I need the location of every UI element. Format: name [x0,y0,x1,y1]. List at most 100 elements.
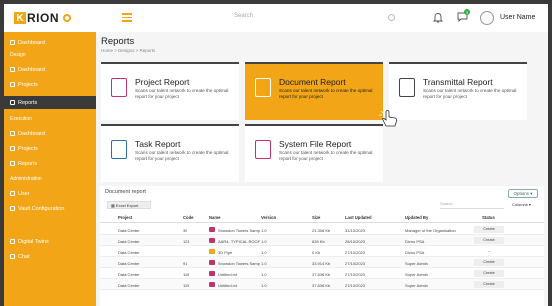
columns-button[interactable]: Columns ▾ [512,202,531,207]
card-title: Document Report [279,77,346,87]
sidebar-item-design-header-dashboard[interactable]: Dashboard [4,37,96,48]
status-badge[interactable]: Create [474,281,504,288]
cell-updated-by: Divno PSA [405,249,425,255]
cell-version: 1.0 [261,271,267,277]
sidebar-item-execution-projects[interactable]: Projects [4,143,96,154]
sidebar-item-label: Projects [18,145,38,152]
app-frame: K RION Search 3 User Name Dashboard Desi… [0,0,552,306]
search-icon[interactable] [388,14,395,21]
bell-icon[interactable] [433,12,443,23]
cell-name[interactable]: Snowdon Towers Sample H... [218,228,260,233]
user-name[interactable]: User Name [500,14,535,21]
sidebar-item-chat[interactable]: Chat [4,251,96,262]
table-row[interactable]: Data Center 118 Untitled.rvt 1.0 37.836 … [100,268,544,279]
cell-version: 1.0 [261,227,267,233]
top-bar: K RION Search 3 User Name [4,4,548,32]
document-report-card[interactable]: Document Report Scans our talent network… [245,62,383,120]
breadcrumb[interactable]: Home > Designs > Reports [101,48,155,53]
project-report-card[interactable]: Project Report Scans our talent network … [101,62,239,120]
table-row[interactable]: Data Center 119 Untitled.rvt 1.0 37.836 … [100,279,544,290]
logo-mark-icon [63,14,71,22]
sidebar-item-label: User [18,190,30,197]
cell-name[interactable]: Snowdon Towers Sample Pl... [218,261,260,266]
cell-name[interactable]: AAR4- TYPICAL ROOF SLAB ... [218,239,260,244]
cell-size: 21.308 Kb [312,227,331,233]
table-row[interactable]: Data Center 39 Snowdon Towers Sample H..… [100,224,544,235]
sidebar-item-label: Dashboard [18,130,45,137]
sidebar-item-label: Dashboard [18,66,45,73]
sidebar-item-digital-twins[interactable]: Digital Twins [4,236,96,247]
file-icon [209,226,215,232]
table-row[interactable]: Data Center 91 Snowdon Towers Sample Pl.… [100,257,544,268]
cell-updated-by: Super Admin [405,260,428,266]
header-code[interactable]: Code [183,215,193,220]
logo[interactable]: K RION [4,4,96,32]
file-icon [10,146,15,151]
search-input[interactable]: Search [234,13,334,23]
chat-icon [10,254,15,259]
export-label: Excel Export [115,202,139,208]
hand-pointer-icon [379,109,397,127]
file-icon [209,237,215,243]
excel-export-button[interactable]: ▦ Excel Export [107,201,151,209]
card-description: Scans our talent network to create the o… [279,150,373,161]
cell-updated: 27/10/2023 [345,271,366,277]
cell-size: 37.836 Kb [312,282,331,288]
document-report-panel: Document report Options ▾ ▦ Excel Export… [100,186,544,306]
options-button[interactable]: Options ▾ [508,189,538,198]
cell-updated-by: Divno PSA [405,238,425,244]
sidebar-item-vault-configuration[interactable]: Vault Configuration [4,203,96,214]
panel-title: Document report [105,189,146,195]
header-last-updated[interactable]: Last Updated [345,215,372,220]
cell-name[interactable]: Untitled.rvt [218,272,260,277]
card-title: Transmittal Report [423,77,493,87]
cell-code: 119 [183,282,190,288]
cell-project: Data Center [118,249,140,255]
logo-text: RION [27,11,59,25]
status-badge[interactable]: Create [474,259,504,266]
cell-name[interactable]: Untitled.rvt [218,283,260,288]
header-updated-by[interactable]: Updated By [405,215,428,220]
cell-code: 91 [183,260,188,266]
cell-updated: 31/10/2023 [345,227,366,233]
header-name[interactable]: Name [209,215,220,220]
header-status[interactable]: Status [482,215,495,220]
table-search-input[interactable]: Search [440,201,504,209]
sidebar-item-execution-reports[interactable]: Reports [4,158,96,169]
card-title: Task Report [135,139,181,149]
task-report-card[interactable]: Task Report Scans our talent network to … [101,124,239,182]
folder-icon [209,248,215,254]
cell-code: 39 [183,227,188,233]
status-badge[interactable]: Create [474,270,504,277]
menu-toggle-icon[interactable] [122,13,132,22]
cell-size: 37.836 Kb [312,271,331,277]
card-description: Scans our talent network to create the o… [423,88,517,99]
cell-updated: 27/10/2023 [345,249,366,255]
sidebar-item-design-projects[interactable]: Projects [4,79,96,90]
sidebar-item-label: Reports [18,99,38,106]
user-icon [10,191,15,196]
transmittal-report-card[interactable]: Transmittal Report Scans our talent netw… [389,62,527,120]
sidebar-item-label: Vault Configuration [18,205,65,212]
sidebar-item-label: Chat [18,253,30,260]
sidebar-item-design-reports[interactable]: Reports [4,96,96,109]
sidebar-item-execution-dashboard[interactable]: Dashboard [4,128,96,139]
report-chart-icon [111,78,127,97]
header-size[interactable]: Size [312,215,320,220]
header-version[interactable]: Version [261,215,276,220]
report-chart-icon [255,140,271,159]
header-project[interactable]: Project [118,215,132,220]
cell-updated: 28/10/2023 [345,238,366,244]
cell-name[interactable]: 3D Pipe [218,250,260,255]
table-row[interactable]: Data Center 121 AAR4- TYPICAL ROOF SLAB … [100,235,544,246]
sidebar-item-label: Projects [18,81,38,88]
sidebar: Dashboard Design Dashboard Projects Repo… [4,32,96,306]
sidebar-item-design-dashboard[interactable]: Dashboard [4,64,96,75]
table-row[interactable]: Data Center 3D Pipe 1.0 0 Kb 27/10/2023 … [100,246,544,257]
status-badge[interactable]: Create [474,237,504,244]
status-badge[interactable]: Create [474,226,504,233]
sidebar-item-user[interactable]: User [4,188,96,199]
cell-project: Data Center [118,260,140,266]
avatar[interactable] [480,11,494,25]
system-file-report-card[interactable]: System File Report Scans our talent netw… [245,124,383,182]
